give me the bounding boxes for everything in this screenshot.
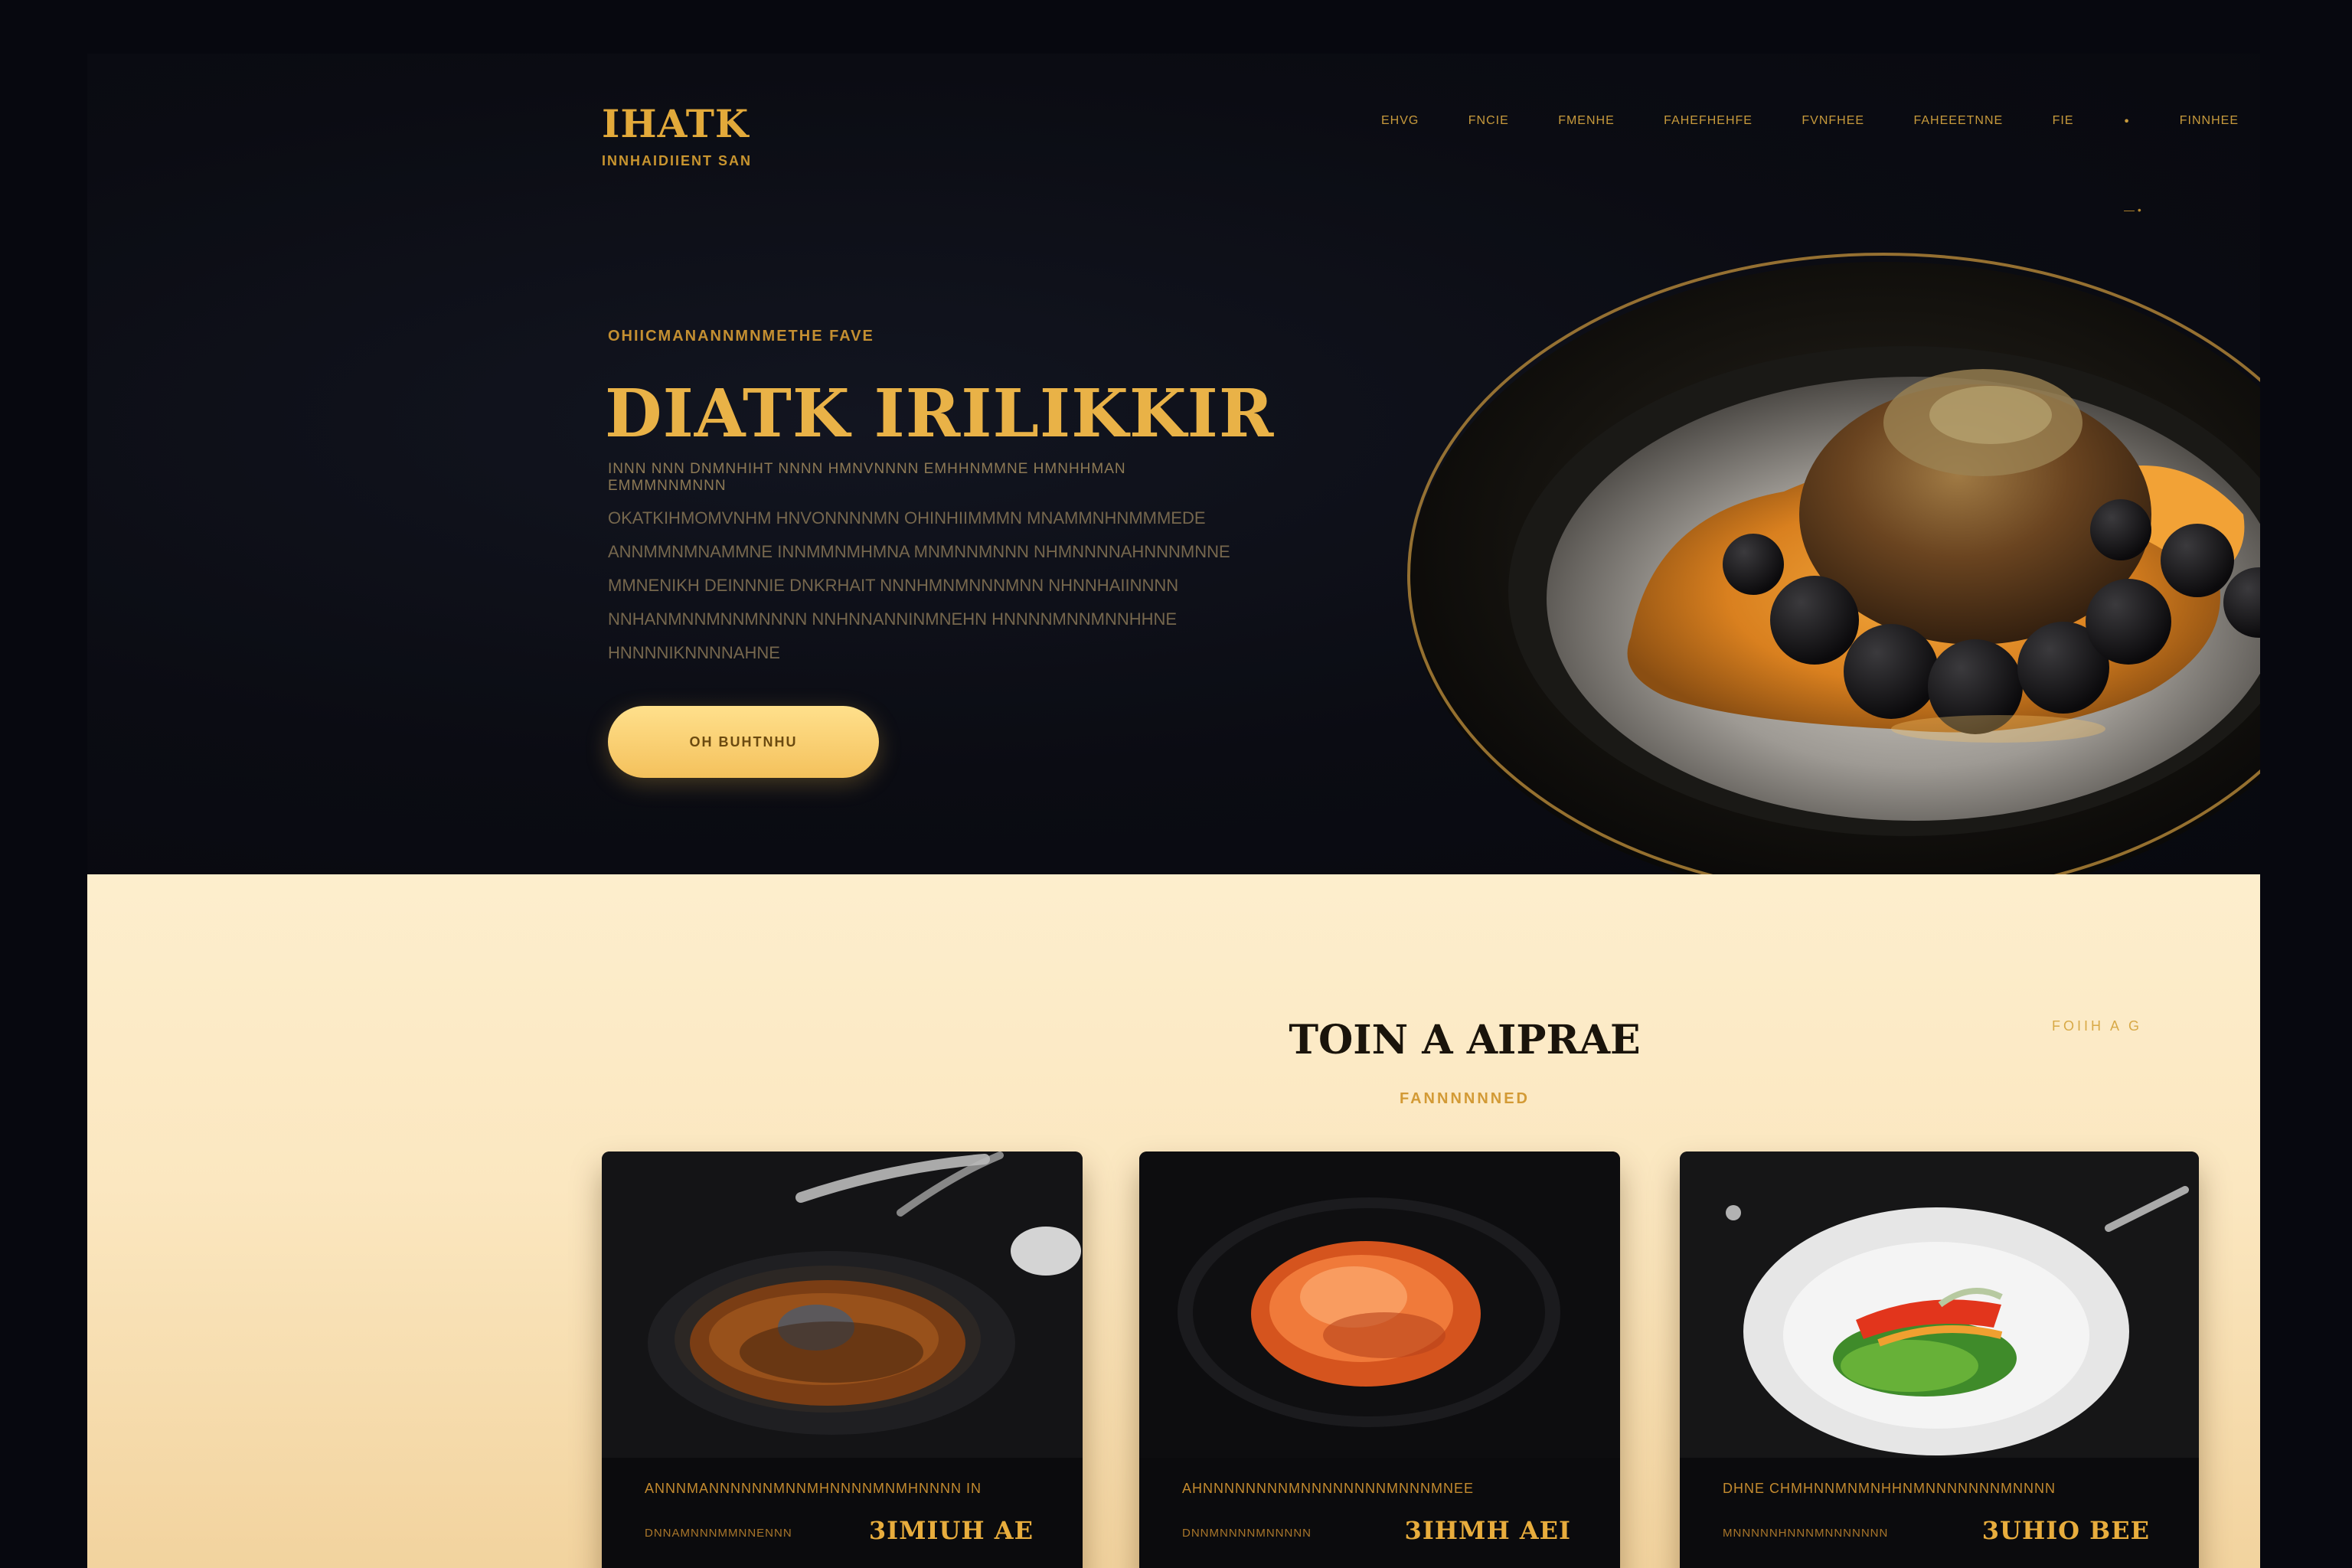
nav-separator-dot: •	[2122, 113, 2131, 129]
card-1-dish-image	[602, 1152, 1083, 1458]
card-3-dish-image	[1680, 1152, 2199, 1458]
hero-section: IHATK INNHAIDIIENT SAN EHVG FNCIE FMENHE…	[87, 54, 2260, 905]
brand-logo[interactable]: IHATK	[602, 101, 749, 146]
card-1-meta: DNNAMNNNMMNNENNN	[645, 1527, 792, 1540]
brand-tagline: INNHAIDIIENT SAN	[602, 153, 753, 168]
nav-item-2[interactable]: FNCIE	[1468, 114, 1509, 128]
hero-eyebrow: OHIICMANANNMNMETHE FAVE	[608, 328, 874, 345]
nav-item-3[interactable]: FMENHE	[1558, 114, 1615, 128]
main-nav: EHVG FNCIE FMENHE FAHEFHEHFE FVNFHEE FAH…	[1381, 106, 2239, 136]
menu-card-2[interactable]: AHNNNNNNNNMNNNNNNNNMNNNMNEE DNNMNNNNMNNN…	[1139, 1152, 1620, 1568]
card-3-price: 3UHIO BEE	[1981, 1516, 2150, 1545]
card-1-price: 3IMIUH AE	[868, 1516, 1034, 1545]
menu-title: TOIN A AIPRAE	[1289, 1017, 1641, 1063]
hero-subtitle: INNN NNN DNMNHIHT NNNN HMNVNNNN EMHHNMMN…	[608, 461, 1126, 494]
menu-view-all-link[interactable]: FOIIH A G	[2052, 1018, 2142, 1034]
nav-item-4[interactable]: FAHEFHEHFE	[1664, 114, 1753, 128]
card-2-price: 3IHMH AEI	[1404, 1516, 1571, 1545]
page-frame: IHATK INNHAIDIIENT SAN EHVG FNCIE FMENHE…	[87, 54, 2260, 1568]
menu-card-1[interactable]: ANNNMANNNNNNMNNMHNNNNMNMHNNNN IN DNNAMNN…	[602, 1152, 1083, 1568]
card-3-meta: MNNNNNHNNNMNNNNNNN	[1723, 1527, 1889, 1540]
card-2-dish-image	[1139, 1152, 1620, 1458]
hero-description: OKATKIHMOMVNHM HNVONNNNMN OHINHIIMMMN MN…	[608, 508, 1230, 662]
card-2-meta: DNNMNNNNMNNNNN	[1182, 1527, 1312, 1540]
menu-subtitle: FANNNNNNED	[1400, 1090, 1530, 1107]
card-2-description: AHNNNNNNNNMNNNNNNNNMNNNMNEE	[1182, 1481, 1474, 1496]
menu-section: TOIN A AIPRAE FANNNNNNED FOIIH A G ANNNM…	[87, 874, 2260, 1568]
nav-item-6[interactable]: FAHEEETNNE	[1913, 114, 2003, 128]
card-3-description: DHNE CHMHNNMNMNHHNMNNNNNNNMNNNN	[1723, 1481, 2056, 1496]
hero-dish-image	[1407, 253, 2260, 905]
card-1-description: ANNNMANNNNNNMNNMHNNNNMNMHNNNN IN	[645, 1481, 982, 1496]
hero-cta-button[interactable]: OH BUHTNHU	[608, 706, 879, 778]
nav-item-1[interactable]: EHVG	[1381, 114, 1419, 128]
nav-item-8[interactable]: FINNHEE	[2180, 114, 2239, 128]
menu-card-3[interactable]: DHNE CHMHNNMNMNHHNMNNNNNNNMNNNN MNNNNNHN…	[1680, 1152, 2199, 1568]
nav-item-5[interactable]: FVNFHEE	[1802, 114, 1864, 128]
nav-indicator: — •	[2124, 204, 2141, 216]
nav-item-7[interactable]: FIE	[2053, 114, 2074, 128]
hero-title: DIATK IRILIKKIR	[605, 375, 1275, 452]
